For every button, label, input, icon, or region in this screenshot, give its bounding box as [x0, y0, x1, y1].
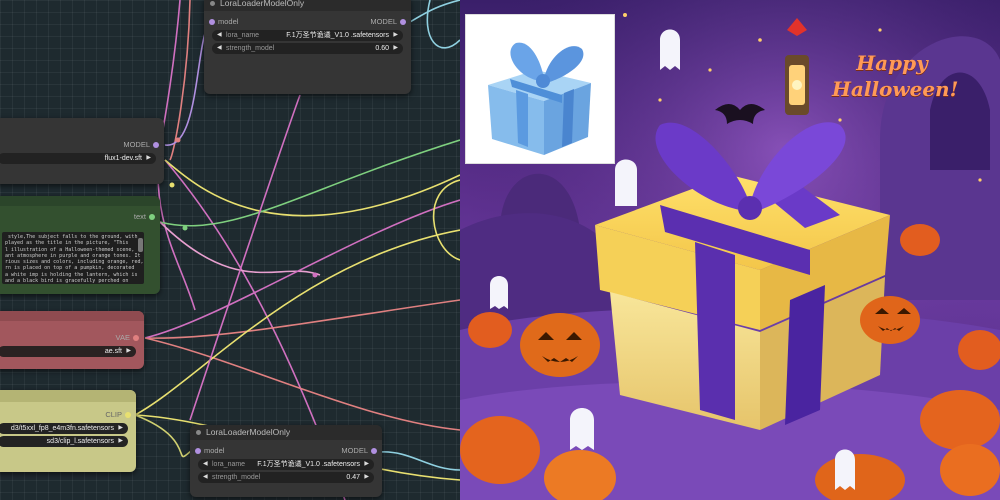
arrow-left-icon[interactable]: ◀: [203, 472, 208, 483]
prompt-textarea[interactable]: style,The subject falls to the ground, w…: [2, 232, 144, 284]
reroute-dot: [312, 272, 318, 278]
arrow-right-icon[interactable]: ▶: [118, 423, 123, 434]
reroute-dot: [175, 137, 181, 143]
widget-label: lora_name: [212, 461, 246, 468]
wire: [144, 337, 460, 431]
io-row: model MODEL: [190, 444, 382, 457]
output-label: CLIP: [105, 410, 122, 419]
blue-gift-icon: [488, 42, 591, 155]
wire: [409, 0, 460, 23]
output-label: MODEL: [341, 446, 368, 455]
arrow-right-icon[interactable]: ▶: [146, 153, 151, 164]
lora-name-combo[interactable]: ◀ lora_name F.1万圣节诡谲_V1.0 .safetensors ▶: [212, 30, 403, 41]
arrow-right-icon[interactable]: ▶: [118, 436, 123, 447]
halloween-greeting: Happy Halloween!: [832, 50, 959, 102]
arrow-right-icon[interactable]: ▶: [364, 472, 369, 483]
widget-value: ae.sft: [104, 348, 122, 355]
node-title[interactable]: [0, 390, 136, 402]
node-graph-canvas[interactable]: LoraLoaderModelOnly model MODEL ◀ lora_n…: [0, 0, 460, 500]
vae-output-port[interactable]: [133, 335, 139, 341]
widget-label: strength_model: [212, 474, 261, 481]
node-title[interactable]: LoraLoaderModelOnly: [204, 0, 411, 11]
strength-model-number[interactable]: ◀ strength_model 0.47 ▶: [198, 472, 374, 483]
input-label: model: [204, 446, 225, 455]
strength-model-number[interactable]: ◀ strength_model 0.60 ▶: [212, 43, 403, 54]
io-row: text: [0, 210, 160, 223]
widget-value: sd3/clip_l.safetensors: [46, 438, 114, 445]
widget-value: 0.60: [375, 45, 389, 52]
widget-value: F.1万圣节诡谲_V1.0 .safetensors: [286, 32, 389, 39]
wire: [169, 0, 191, 161]
clip-output-port[interactable]: [125, 412, 131, 418]
model-output-port[interactable]: [153, 142, 159, 148]
io-row: VAE: [0, 331, 144, 344]
app-root: LoraLoaderModelOnly model MODEL ◀ lora_n…: [0, 0, 1000, 500]
collapse-dot-icon[interactable]: [196, 430, 201, 435]
unet-name-combo[interactable]: flux1-dev.sft ▶: [0, 153, 156, 164]
model-input-port[interactable]: [209, 19, 215, 25]
node-title[interactable]: [0, 311, 144, 321]
model-output-port[interactable]: [400, 19, 406, 25]
io-row: model MODEL: [204, 15, 411, 28]
text-output-port[interactable]: [149, 214, 155, 220]
widget-value: flux1-dev.sft: [104, 155, 142, 162]
model-output-port[interactable]: [371, 448, 377, 454]
vae-loader-node[interactable]: VAE ae.sft ▶: [0, 311, 144, 369]
reroute-dot: [169, 182, 175, 188]
widget-value: d3/t5xxl_fp8_e4m3fn.safetensors: [10, 425, 114, 432]
dual-clip-loader-node[interactable]: CLIP d3/t5xxl_fp8_e4m3fn.safetensors ▶ s…: [0, 390, 136, 472]
arrow-left-icon[interactable]: ◀: [217, 43, 222, 54]
node-title-text: LoraLoaderModelOnly: [206, 427, 291, 437]
clip-name2-combo[interactable]: sd3/clip_l.safetensors ▶: [0, 436, 128, 447]
clip-text-encode-node[interactable]: text style,The subject falls to the grou…: [0, 196, 160, 294]
collapse-dot-icon[interactable]: [210, 1, 215, 6]
arrow-right-icon[interactable]: ▶: [364, 459, 369, 470]
lora-loader-node-top[interactable]: LoraLoaderModelOnly model MODEL ◀ lora_n…: [204, 0, 411, 94]
widget-value: 0.47: [346, 474, 360, 481]
io-row: MODEL: [0, 138, 164, 151]
wire: [144, 299, 460, 339]
greeting-line1: Happy: [856, 51, 928, 75]
io-row: CLIP: [0, 408, 136, 421]
wire: [426, 0, 460, 49]
arrow-left-icon[interactable]: ◀: [203, 459, 208, 470]
arrow-right-icon[interactable]: ▶: [393, 43, 398, 54]
wire: [144, 199, 460, 339]
output-label: text: [133, 212, 146, 221]
output-label: VAE: [115, 333, 130, 342]
arrow-left-icon[interactable]: ◀: [217, 30, 222, 41]
unet-loader-node[interactable]: MODEL flux1-dev.sft ▶: [0, 118, 164, 184]
node-title[interactable]: [0, 196, 160, 206]
lora-name-combo[interactable]: ◀ lora_name F.1万圣节诡谲_V1.0 .safetensors ▶: [198, 459, 374, 470]
textarea-scrollbar[interactable]: [138, 238, 143, 252]
widget-value: F.1万圣节诡谲_V1.0 .safetensors: [257, 461, 360, 468]
node-title[interactable]: LoraLoaderModelOnly: [190, 425, 382, 440]
output-label: MODEL: [370, 17, 397, 26]
output-label: MODEL: [123, 140, 150, 149]
wire: [164, 159, 460, 217]
reference-image-thumbnail: [465, 14, 615, 164]
wire: [379, 451, 460, 471]
wire: [432, 179, 460, 261]
clip-name1-combo[interactable]: d3/t5xxl_fp8_e4m3fn.safetensors ▶: [0, 423, 128, 434]
vae-name-combo[interactable]: ae.sft ▶: [0, 346, 136, 357]
input-label: model: [218, 17, 239, 26]
widget-label: strength_model: [226, 45, 275, 52]
greeting-line2: Halloween!: [832, 77, 959, 101]
model-input-port[interactable]: [195, 448, 201, 454]
lora-loader-node-bottom[interactable]: LoraLoaderModelOnly model MODEL ◀ lora_n…: [190, 425, 382, 497]
widget-label: lora_name: [226, 32, 260, 39]
node-title-text: LoraLoaderModelOnly: [220, 0, 305, 8]
arrow-right-icon[interactable]: ▶: [393, 30, 398, 41]
reroute-dot: [182, 225, 188, 231]
arrow-right-icon[interactable]: ▶: [126, 346, 131, 357]
